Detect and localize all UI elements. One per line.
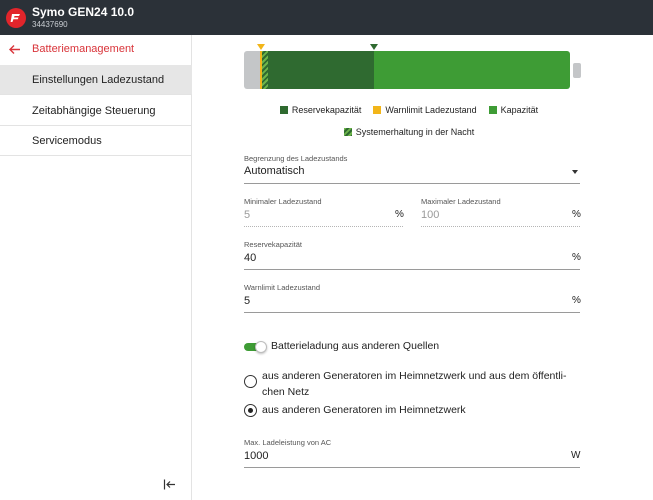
warnlimit-input[interactable]: 5 [244, 295, 250, 307]
radio-generators-and-grid[interactable] [244, 375, 257, 388]
sidebar-item-label: Einstellungen Ladezustand [32, 74, 165, 86]
limit-select-underline [244, 183, 580, 184]
sidebar-item-label: Servicemodus [32, 135, 102, 147]
max-soc-underline [421, 226, 580, 227]
min-soc-label: Minimaler Ladezustand [244, 197, 322, 206]
sidebar-item-label: Zeitabhängige Steuerung [32, 105, 156, 117]
warnlimit-underline [244, 312, 580, 313]
max-soc-label: Maximaler Ladezustand [421, 197, 501, 206]
charge-from-other-sources-toggle[interactable] [244, 341, 267, 353]
reserve-marker-icon [370, 44, 378, 50]
warnlimit-label: Warnlimit Ladezustand [244, 283, 321, 292]
legend-label-capacity: Kapazität [500, 105, 539, 115]
legend-label-night: Systemerhaltung in der Nacht [355, 127, 475, 137]
max-ac-label: Max. Ladeleistung von AC [244, 438, 332, 447]
sidebar: Batteriemanagement Einstellungen Ladezus… [0, 35, 192, 500]
limit-select-label: Begrenzung des Ladezustands [244, 154, 348, 163]
max-ac-unit: W [571, 450, 581, 461]
device-title: Symo GEN24 10.0 [32, 5, 135, 19]
max-ac-input[interactable]: 1000 [244, 450, 268, 462]
radio-generators-only[interactable] [244, 404, 257, 417]
legend-swatch-capacity [488, 106, 497, 114]
main-content: Reservekapazität Warnlimit Ladezustand K… [193, 35, 653, 500]
limit-select[interactable]: Automatisch [244, 165, 305, 177]
bar-segment-capacity [374, 51, 570, 89]
toggle-label: Batterieladung aus anderen Quellen [271, 340, 440, 352]
max-soc-unit: % [572, 209, 581, 220]
reserve-label: Reservekapazität [244, 240, 302, 249]
battery-tip [573, 63, 581, 78]
top-bar: Symo GEN24 10.0 34437690 [0, 0, 653, 35]
min-soc-input: 5 [244, 209, 251, 221]
reserve-unit: % [572, 252, 581, 263]
reserve-underline [244, 269, 580, 270]
sidebar-item-einstellungen-ladezustand[interactable]: Einstellungen Ladezustand [0, 65, 192, 95]
warnlimit-line [260, 51, 262, 89]
min-soc-unit: % [395, 209, 404, 220]
legend-item-night: Systemerhaltung in der Nacht [343, 127, 475, 137]
sidebar-item-zeitabhaengige-steuerung[interactable]: Zeitabhängige Steuerung [0, 96, 192, 126]
back-to-battery-management-link[interactable]: Batteriemanagement [0, 35, 192, 65]
legend-swatch-reserve [279, 106, 288, 114]
radio-label-line1: aus anderen Generatoren im Heimnetzwerk … [262, 370, 567, 382]
sidebar-item-servicemodus[interactable]: Servicemodus [0, 126, 192, 156]
battery-soc-bar [244, 44, 581, 91]
arrow-left-icon [8, 43, 21, 61]
legend-label-warnlimit: Warnlimit Ladezustand [385, 105, 477, 115]
battery-legend: Reservekapazität Warnlimit Ladezustand K… [244, 105, 574, 137]
radio-generators-and-grid-label: aus anderen Generatoren im Heimnetzwerk … [262, 368, 566, 400]
bar-segment-night-maintenance [261, 51, 268, 89]
max-ac-underline [244, 467, 580, 468]
legend-swatch-warnlimit [373, 106, 382, 114]
warnlimit-marker-icon [257, 44, 265, 50]
reserve-input[interactable]: 40 [244, 252, 256, 264]
legend-item-capacity: Kapazität [488, 105, 539, 115]
min-soc-underline [244, 226, 403, 227]
legend-label-reserve: Reservekapazität [291, 105, 362, 115]
legend-swatch-night [343, 128, 352, 136]
radio-generators-only-label: aus anderen Generatoren im Heimnetzwerk [262, 404, 466, 416]
bar-segment-reserve [268, 51, 374, 89]
collapse-sidebar-icon[interactable] [163, 477, 176, 495]
bar-segment-unavailable [244, 51, 261, 89]
toggle-knob [255, 341, 267, 353]
warnlimit-unit: % [572, 295, 581, 306]
fronius-logo-icon [6, 8, 26, 28]
max-soc-input: 100 [421, 209, 440, 221]
chevron-down-icon[interactable] [572, 170, 578, 174]
legend-item-warnlimit: Warnlimit Ladezustand [373, 105, 477, 115]
radio-label-line2: chen Netz [262, 386, 310, 398]
back-label: Batteriemanagement [32, 43, 135, 55]
legend-item-reserve: Reservekapazität [279, 105, 362, 115]
radio-selected-dot [247, 407, 253, 413]
device-serial: 34437690 [32, 20, 68, 29]
